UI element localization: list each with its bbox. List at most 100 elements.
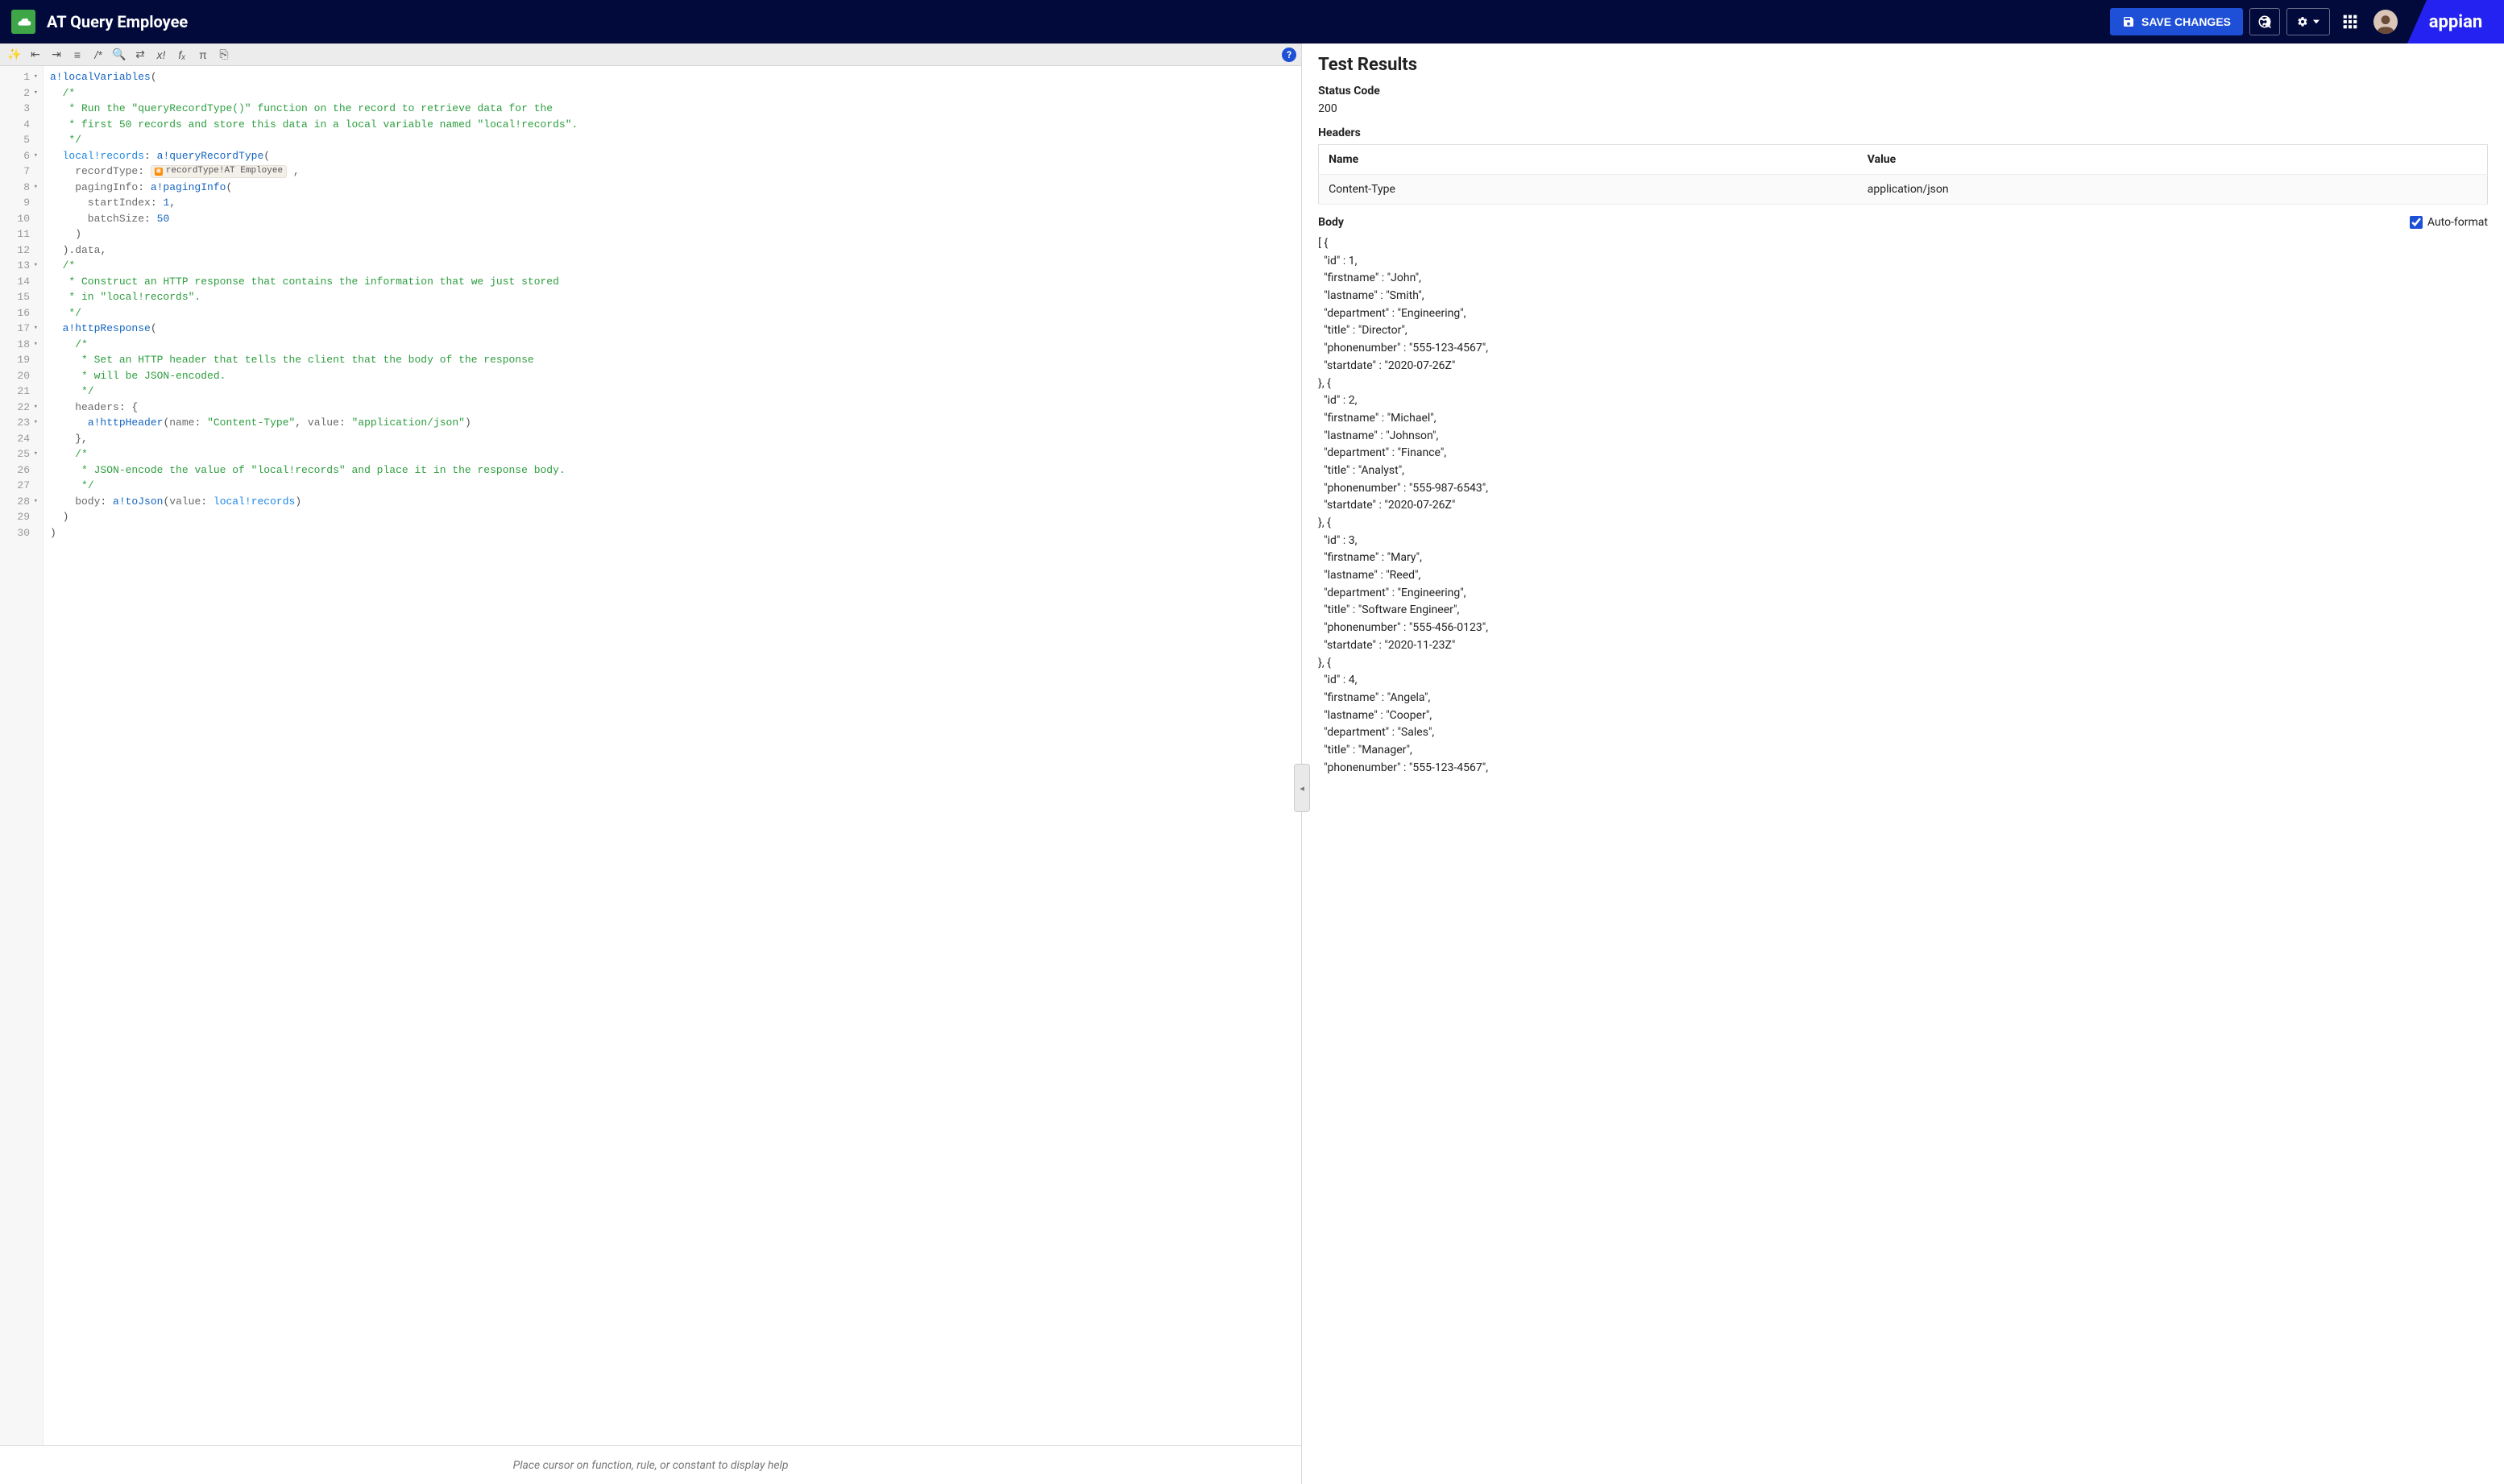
code-line[interactable]: ) [50, 509, 1295, 525]
gutter-line: 12 [0, 242, 38, 259]
exit-icon[interactable]: ⎘ [214, 46, 234, 64]
gutter-line: 3 [0, 101, 38, 117]
code-line[interactable]: /* [50, 337, 1295, 353]
body-label: Body [1318, 216, 1344, 229]
results-title: Test Results [1318, 55, 2488, 75]
response-body: [ { "id" : 1, "firstname" : "John", "las… [1318, 235, 2488, 793]
code-line[interactable]: /* [50, 446, 1295, 462]
code-line[interactable]: ).data, [50, 242, 1295, 259]
outdent-icon[interactable]: ⇤ [26, 46, 45, 64]
gutter-line: 13▾ [0, 258, 38, 274]
code-line[interactable]: a!httpResponse( [50, 321, 1295, 337]
gutter-line: 22▾ [0, 400, 38, 416]
gutter-line: 14 [0, 274, 38, 290]
split-handle[interactable]: ◂ [1294, 764, 1310, 812]
gutter-line: 1▾ [0, 69, 38, 85]
headers-label: Headers [1318, 126, 2488, 139]
code-line[interactable]: pagingInfo: a!pagingInfo( [50, 180, 1295, 196]
chevron-down-icon [2313, 15, 2320, 29]
code-line[interactable]: ) [50, 226, 1295, 242]
code-line[interactable]: batchSize: 50 [50, 211, 1295, 227]
code-line[interactable]: startIndex: 1, [50, 195, 1295, 211]
code-line[interactable]: * Run the "queryRecordType()" function o… [50, 101, 1295, 117]
headers-table: Name Value Content-Typeapplication/json [1318, 144, 2488, 205]
save-icon [2122, 15, 2135, 28]
comment-icon[interactable]: /* [89, 46, 108, 64]
gutter-line: 4 [0, 117, 38, 133]
indent-icon[interactable]: ⇥ [47, 46, 66, 64]
code-line[interactable]: ) [50, 525, 1295, 541]
gutter-line: 25▾ [0, 446, 38, 462]
brand-wedge: appian [2407, 0, 2504, 44]
code-editor[interactable]: 1▾2▾3456▾78▾910111213▾14151617▾18▾192021… [0, 66, 1301, 1445]
gutter-line: 10 [0, 211, 38, 227]
pi-icon[interactable]: π [193, 46, 213, 64]
gutter-line: 16 [0, 305, 38, 321]
headers-col-name: Name [1319, 145, 1858, 175]
code-line[interactable]: /* [50, 85, 1295, 102]
auto-format-input[interactable] [2410, 216, 2423, 229]
app-logo-icon [11, 10, 35, 34]
code-line[interactable]: * will be JSON-encoded. [50, 368, 1295, 384]
page-title: AT Query Employee [47, 12, 188, 31]
shuffle-icon[interactable]: x! [151, 46, 171, 64]
gutter-line: 15 [0, 289, 38, 305]
brand-label: appian [2429, 12, 2482, 32]
code-line[interactable]: local!records: a!queryRecordType( [50, 148, 1295, 164]
code-line[interactable]: * Set an HTTP header that tells the clie… [50, 352, 1295, 368]
gutter-line: 2▾ [0, 85, 38, 102]
gutter-line: 19 [0, 352, 38, 368]
headers-col-value: Value [1858, 145, 2488, 175]
fx-icon[interactable]: fₓ [172, 46, 192, 64]
settings-dropdown-button[interactable] [2286, 8, 2330, 35]
editor-panel: ✨ ⇤ ⇥ ≡ /* 🔍 ⇄ x! fₓ π ⎘ ? 1▾2▾3456▾78▾9… [0, 44, 1302, 1484]
code-line[interactable]: a!localVariables( [50, 69, 1295, 85]
code-line[interactable]: }, [50, 431, 1295, 447]
auto-format-checkbox[interactable]: Auto-format [2410, 216, 2488, 229]
gutter-line: 28▾ [0, 494, 38, 510]
gutter-line: 8▾ [0, 180, 38, 196]
gutter-line: 5 [0, 132, 38, 148]
gear-icon [2297, 15, 2308, 29]
code-line[interactable]: /* [50, 258, 1295, 274]
apps-grid-button[interactable] [2336, 8, 2364, 35]
code-line[interactable]: * JSON-encode the value of "local!record… [50, 462, 1295, 479]
results-panel: Test Results Status Code 200 Headers Nam… [1302, 44, 2504, 1484]
code-line[interactable]: a!httpHeader(name: "Content-Type", value… [50, 415, 1295, 431]
gutter-line: 20 [0, 368, 38, 384]
search-icon[interactable]: 🔍 [110, 46, 129, 64]
gutter-line: 21 [0, 383, 38, 400]
gutter-line: 26 [0, 462, 38, 479]
list-icon[interactable]: ≡ [68, 46, 87, 64]
code-line[interactable]: recordType: ▦recordType!AT Employee , [50, 164, 1295, 180]
code-line[interactable]: * in "local!records". [50, 289, 1295, 305]
auto-format-label: Auto-format [2427, 216, 2488, 229]
code-line[interactable]: * first 50 records and store this data i… [50, 117, 1295, 133]
app-header: AT Query Employee SAVE CHANGES appian [0, 0, 2504, 44]
globe-search-button[interactable] [2249, 8, 2280, 35]
code-line[interactable]: * Construct an HTTP response that contai… [50, 274, 1295, 290]
gutter-line: 17▾ [0, 321, 38, 337]
gutter-line: 30 [0, 525, 38, 541]
help-button[interactable]: ? [1282, 48, 1296, 62]
code-line[interactable]: */ [50, 478, 1295, 494]
save-button[interactable]: SAVE CHANGES [2110, 8, 2243, 35]
gutter-line: 23▾ [0, 415, 38, 431]
globe-search-icon [2257, 15, 2272, 29]
magic-wand-icon[interactable]: ✨ [5, 46, 24, 64]
grid-icon [2342, 14, 2358, 30]
record-type-chip[interactable]: ▦recordType!AT Employee [151, 165, 287, 178]
code-line[interactable]: headers: { [50, 400, 1295, 416]
editor-toolbar: ✨ ⇤ ⇥ ≡ /* 🔍 ⇄ x! fₓ π ⎘ ? [0, 44, 1301, 66]
gutter-line: 18▾ [0, 337, 38, 353]
swap-icon[interactable]: ⇄ [131, 46, 150, 64]
header-name: Content-Type [1319, 175, 1858, 205]
user-avatar[interactable] [2373, 10, 2398, 34]
code-line[interactable]: */ [50, 383, 1295, 400]
gutter-line: 6▾ [0, 148, 38, 164]
gutter-line: 27 [0, 478, 38, 494]
code-line[interactable]: body: a!toJson(value: local!records) [50, 494, 1295, 510]
gutter-line: 24 [0, 431, 38, 447]
code-line[interactable]: */ [50, 132, 1295, 148]
code-line[interactable]: */ [50, 305, 1295, 321]
